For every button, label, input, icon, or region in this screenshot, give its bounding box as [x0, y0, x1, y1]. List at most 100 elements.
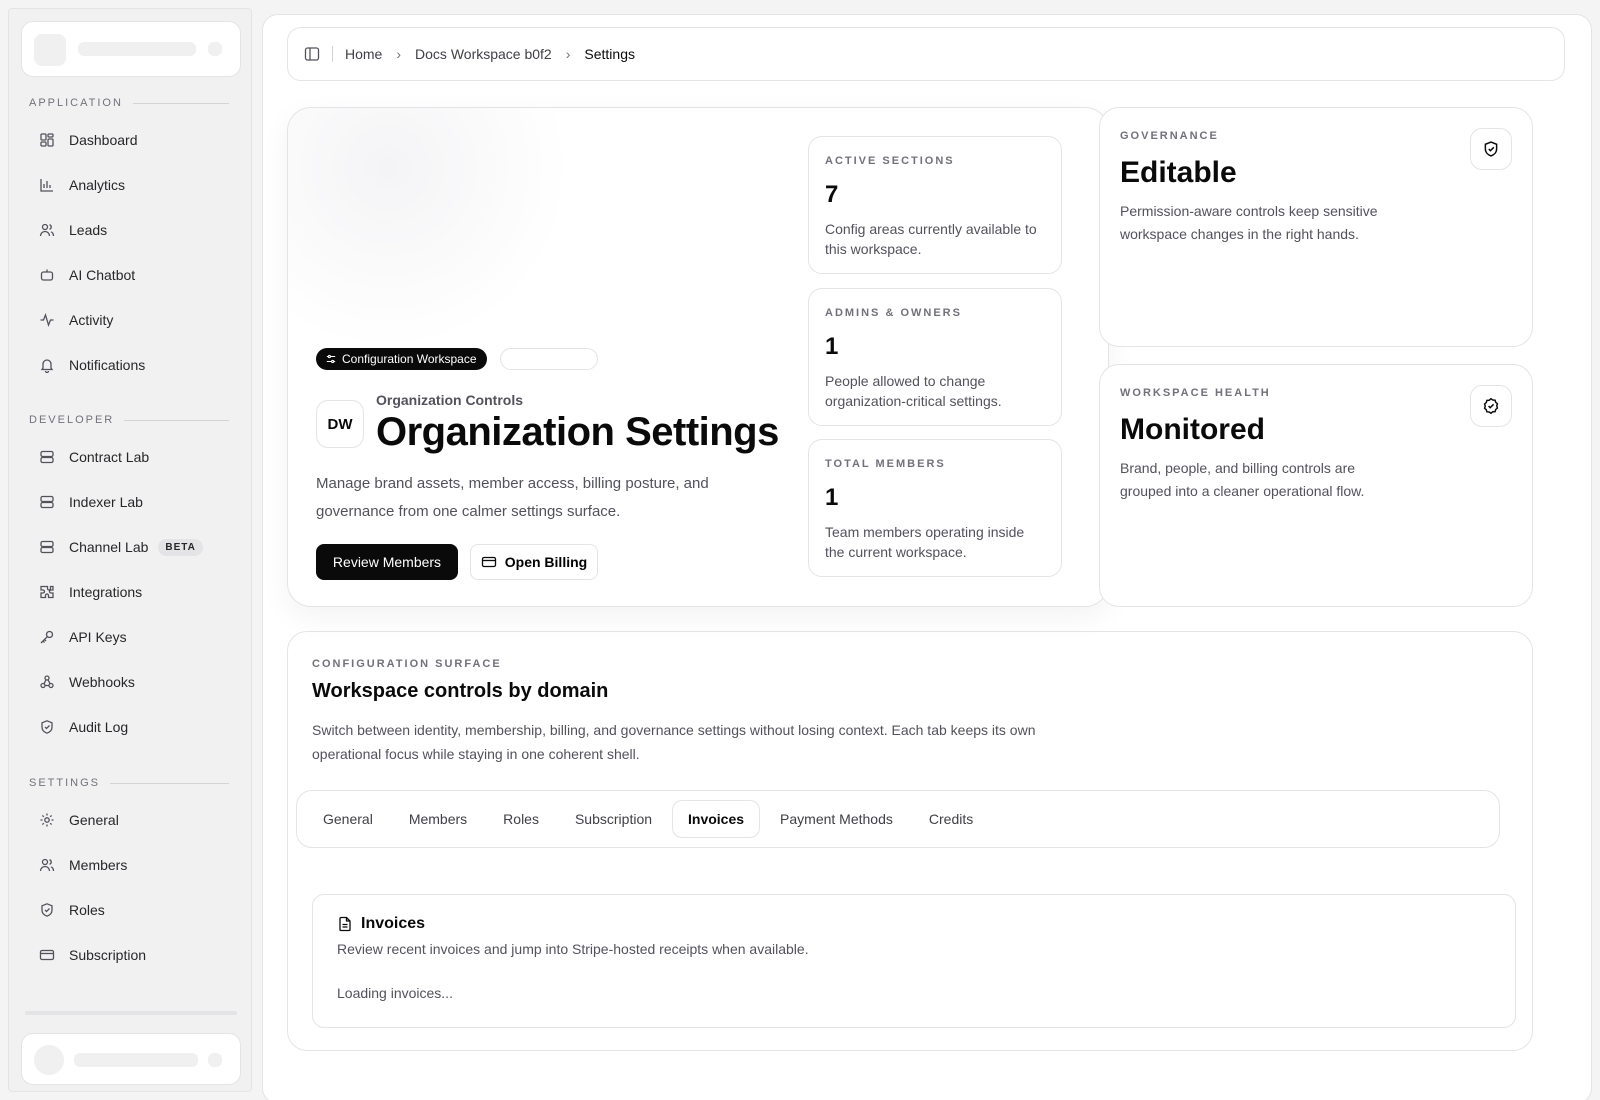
governance-card: GOVERNANCE Editable Permission-aware con…: [1099, 107, 1533, 347]
section-label-settings: SETTINGS: [29, 777, 229, 789]
sidebar-item-label: Subscription: [69, 947, 147, 963]
breadcrumb-separator-line: [332, 46, 333, 62]
sidebar-item-leads[interactable]: Leads: [29, 212, 239, 248]
chevron-right-icon: ›: [565, 46, 571, 62]
stat-description: Team members operating inside the curren…: [825, 524, 1025, 560]
stat-card-admins-owners: ADMINS & OWNERS 1 People allowed to chan…: [808, 288, 1062, 426]
badge-label: Configuration Workspace: [342, 352, 477, 366]
user-menu[interactable]: [21, 1033, 241, 1085]
configuration-surface: CONFIGURATION SURFACE Workspace controls…: [287, 631, 1533, 1051]
section-description: Switch between identity, membership, bil…: [312, 722, 1036, 762]
sidebar-item-label: Integrations: [69, 584, 143, 600]
open-billing-label: Open Billing: [504, 554, 588, 570]
sidebar-item-general[interactable]: General: [29, 802, 239, 838]
hero-eyebrow: Organization Controls: [376, 392, 523, 408]
review-members-button[interactable]: Review Members: [316, 544, 458, 580]
shield-icon: [41, 903, 53, 917]
card-description: Brand, people, and billing controls are …: [1120, 460, 1365, 499]
gear-icon: [40, 813, 54, 827]
tab-roles[interactable]: Roles: [487, 800, 555, 838]
sidebar-item-activity[interactable]: Activity: [29, 302, 239, 338]
tab-members[interactable]: Members: [393, 800, 483, 838]
card-label: WORKSPACE HEALTH: [1120, 387, 1271, 399]
file-text-icon: [339, 916, 351, 932]
activity-icon: [40, 313, 54, 327]
sidebar-item-label: Notifications: [69, 357, 146, 373]
workspace-avatar-placeholder: [34, 34, 66, 66]
workspace-switcher[interactable]: [21, 21, 241, 77]
sidebar-item-label: Roles: [69, 902, 105, 918]
sidebar-item-label: Analytics: [69, 177, 126, 193]
sidebar-item-label: Activity: [69, 312, 114, 328]
settings-tabs: General Members Roles Subscription Invoi…: [296, 790, 1500, 848]
section-title: Workspace controls by domain: [312, 680, 609, 702]
stat-label: ACTIVE SECTIONS: [825, 155, 955, 167]
configuration-badge: Configuration Workspace: [316, 348, 487, 370]
sidebar-item-api-keys[interactable]: API Keys: [29, 619, 239, 655]
sidebar-item-indexer-lab[interactable]: Indexer Lab: [29, 484, 239, 520]
users-icon: [39, 858, 55, 872]
sidebar-item-integrations[interactable]: Integrations: [29, 574, 239, 610]
page-title: Organization Settings: [376, 410, 779, 454]
sidebar-item-channel-lab[interactable]: Channel Lab BETA: [29, 529, 239, 565]
users-icon: [39, 223, 55, 237]
sidebar: APPLICATION Dashboard Analytics Leads AI…: [8, 8, 252, 1092]
bot-icon: [40, 269, 54, 281]
workspace-health-card: WORKSPACE HEALTH Monitored Brand, people…: [1099, 364, 1533, 607]
breadcrumb: Home › Docs Workspace b0f2 › Settings: [287, 27, 1565, 81]
tab-payment-methods[interactable]: Payment Methods: [764, 800, 909, 838]
tab-credits[interactable]: Credits: [913, 800, 989, 838]
badge-placeholder: [500, 348, 598, 370]
bar-chart-icon: [40, 179, 53, 192]
invoices-header: Invoices: [337, 915, 1491, 933]
sidebar-item-label: Indexer Lab: [69, 494, 143, 510]
server-icon: [40, 495, 54, 509]
sidebar-item-webhooks[interactable]: Webhooks: [29, 664, 239, 700]
sidebar-toggle-icon[interactable]: [304, 46, 320, 62]
main-content: Home › Docs Workspace b0f2 › Settings Co…: [262, 14, 1592, 1100]
invoices-loading-status: Loading invoices...: [337, 985, 453, 1001]
sidebar-item-label: Webhooks: [69, 674, 135, 690]
sidebar-item-analytics[interactable]: Analytics: [29, 167, 239, 203]
breadcrumb-home[interactable]: Home: [345, 46, 382, 62]
open-billing-button[interactable]: Open Billing: [470, 544, 598, 580]
beta-badge: BETA: [158, 538, 203, 556]
stat-label: TOTAL MEMBERS: [825, 458, 946, 470]
sidebar-item-label: Members: [69, 857, 128, 873]
stat-card-total-members: TOTAL MEMBERS 1 Team members operating i…: [808, 439, 1062, 577]
tab-subscription[interactable]: Subscription: [559, 800, 668, 838]
badge-check-icon: [1470, 385, 1512, 427]
sidebar-item-members[interactable]: Members: [29, 847, 239, 883]
stat-description: Config areas currently available to this…: [825, 221, 1037, 257]
stat-card-active-sections: ACTIVE SECTIONS 7 Config areas currently…: [808, 136, 1062, 274]
user-name-placeholder: [74, 1053, 198, 1067]
card-label: GOVERNANCE: [1120, 130, 1219, 142]
card-value: Monitored: [1120, 413, 1265, 446]
sidebar-item-label: Audit Log: [69, 719, 129, 735]
server-icon: [40, 540, 54, 554]
sidebar-item-roles[interactable]: Roles: [29, 892, 239, 928]
webhook-icon: [40, 675, 54, 689]
tab-general[interactable]: General: [307, 800, 389, 838]
sidebar-item-notifications[interactable]: Notifications: [29, 347, 239, 383]
stat-value: 1: [825, 484, 839, 511]
tab-invoices[interactable]: Invoices: [672, 800, 761, 838]
credit-card-icon: [39, 949, 55, 961]
shield-check-icon: [1470, 128, 1512, 170]
hero-card: Configuration Workspace DW Organization …: [287, 107, 1109, 607]
section-label-application: APPLICATION: [29, 97, 229, 109]
breadcrumb-workspace[interactable]: Docs Workspace b0f2: [415, 46, 552, 62]
sidebar-item-dashboard[interactable]: Dashboard: [29, 122, 239, 158]
key-icon: [40, 630, 54, 644]
section-label-developer: DEVELOPER: [29, 414, 229, 426]
sidebar-item-label: Dashboard: [69, 132, 138, 148]
hero-description: Manage brand assets, member access, bill…: [316, 475, 709, 520]
puzzle-icon: [40, 585, 54, 599]
sidebar-item-subscription[interactable]: Subscription: [29, 937, 239, 973]
sidebar-item-audit-log[interactable]: Audit Log: [29, 709, 239, 745]
sidebar-item-ai-chatbot[interactable]: AI Chatbot: [29, 257, 239, 293]
user-avatar-placeholder: [34, 1045, 64, 1075]
section-eyebrow: CONFIGURATION SURFACE: [312, 658, 502, 670]
sidebar-item-contract-lab[interactable]: Contract Lab: [29, 439, 239, 475]
stat-description: People allowed to change organization-cr…: [825, 373, 1002, 409]
